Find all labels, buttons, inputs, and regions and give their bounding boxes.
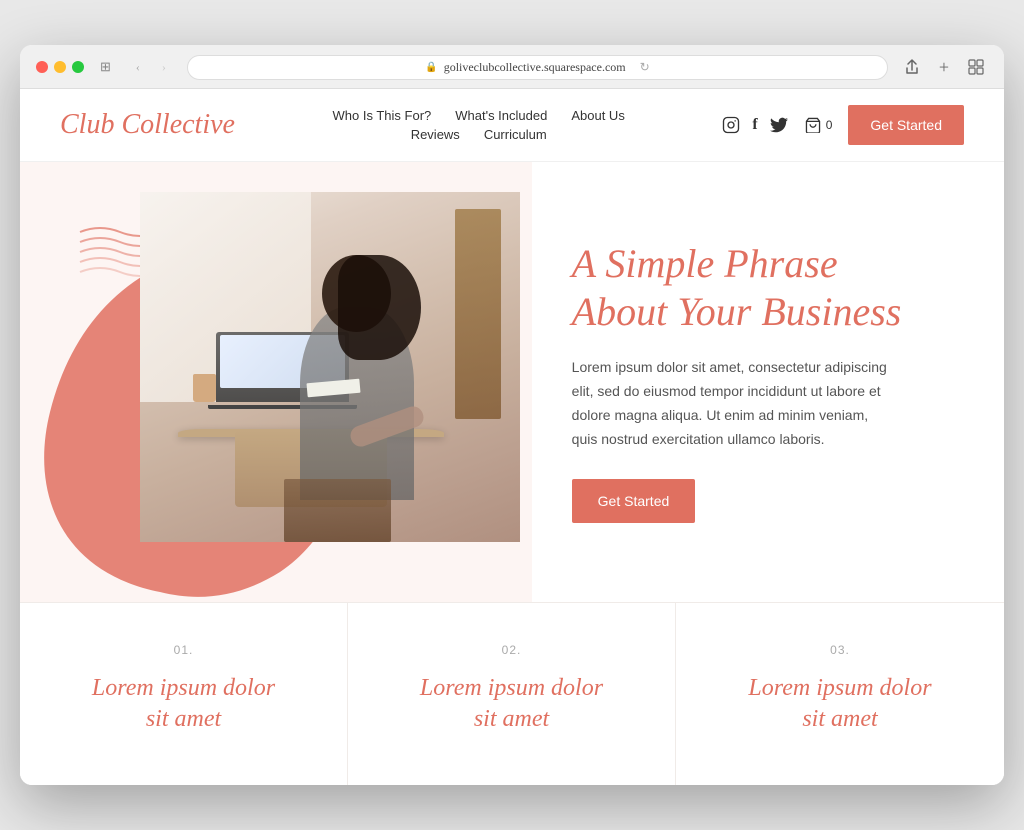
feature-title-3-line1: Lorem ipsum dolor — [748, 675, 931, 701]
nav-row-2: Reviews Curriculum — [411, 127, 547, 142]
back-button[interactable]: ‹ — [127, 56, 149, 78]
hero-cta-button[interactable]: Get Started — [572, 479, 696, 523]
feature-number-1: 01. — [60, 643, 307, 657]
hero-heading-line2: About Your Business — [572, 289, 902, 334]
features-section: 01. Lorem ipsum dolor sit amet 02. Lorem… — [20, 602, 1004, 785]
url-text: goliveclubcollective.squarespace.com — [444, 60, 626, 75]
browser-window: ⊞ ‹ › 🔒 goliveclubcollective.squarespace… — [20, 45, 1004, 785]
nav-link-who[interactable]: Who Is This For? — [333, 108, 432, 123]
site-nav: Who Is This For? What's Included About U… — [333, 108, 625, 142]
cart-count: 0 — [826, 118, 833, 132]
fullscreen-button[interactable] — [72, 61, 84, 73]
traffic-lights — [36, 61, 84, 73]
feature-title-1-line1: Lorem ipsum dolor — [92, 675, 275, 701]
hero-image-wrapper — [140, 192, 520, 542]
facebook-icon[interactable]: f — [752, 116, 757, 134]
hero-heading: A Simple Phrase About Your Business — [572, 240, 954, 336]
forward-button[interactable]: › — [153, 56, 175, 78]
feature-number-3: 03. — [716, 643, 964, 657]
feature-title-2: Lorem ipsum dolor sit amet — [388, 673, 635, 735]
nav-link-about[interactable]: About Us — [571, 108, 624, 123]
nav-link-reviews[interactable]: Reviews — [411, 127, 460, 142]
hero-section: A Simple Phrase About Your Business Lore… — [20, 162, 1004, 602]
browser-actions: + — [900, 55, 988, 79]
nav-link-whats-included[interactable]: What's Included — [455, 108, 547, 123]
header-cta-button[interactable]: Get Started — [848, 105, 964, 145]
nav-link-curriculum[interactable]: Curriculum — [484, 127, 547, 142]
hero-left — [20, 162, 532, 602]
twitter-icon[interactable] — [770, 117, 788, 133]
feature-title-3: Lorem ipsum dolor sit amet — [716, 673, 964, 735]
feature-title-1: Lorem ipsum dolor sit amet — [60, 673, 307, 735]
site-logo[interactable]: Club Collective — [60, 109, 235, 141]
minimize-button[interactable] — [54, 61, 66, 73]
feature-title-2-line2: sit amet — [474, 706, 549, 732]
feature-number-2: 02. — [388, 643, 635, 657]
hero-heading-line1: A Simple Phrase — [572, 241, 838, 286]
lock-icon: 🔒 — [425, 62, 437, 73]
site-header: Club Collective Who Is This For? What's … — [20, 89, 1004, 162]
feature-title-1-line2: sit amet — [146, 706, 221, 732]
feature-item-2: 02. Lorem ipsum dolor sit amet — [348, 603, 676, 785]
feature-item-1: 01. Lorem ipsum dolor sit amet — [20, 603, 348, 785]
hero-body-text: Lorem ipsum dolor sit amet, consectetur … — [572, 356, 892, 451]
window-controls: ⊞ — [96, 57, 115, 77]
share-icon[interactable] — [900, 55, 924, 79]
hero-right: A Simple Phrase About Your Business Lore… — [532, 162, 1004, 602]
instagram-icon[interactable] — [722, 116, 740, 134]
feature-title-2-line1: Lorem ipsum dolor — [420, 675, 603, 701]
sidebar-toggle-icon[interactable]: ⊞ — [96, 57, 115, 77]
browser-chrome: ⊞ ‹ › 🔒 goliveclubcollective.squarespace… — [20, 45, 1004, 89]
website-content: Club Collective Who Is This For? What's … — [20, 89, 1004, 785]
feature-title-3-line2: sit amet — [802, 706, 877, 732]
new-tab-icon[interactable]: + — [932, 55, 956, 79]
refresh-icon[interactable]: ↻ — [640, 60, 650, 75]
close-button[interactable] — [36, 61, 48, 73]
cart-icon[interactable]: 0 — [804, 117, 833, 133]
nav-row-1: Who Is This For? What's Included About U… — [333, 108, 625, 123]
url-bar[interactable]: 🔒 goliveclubcollective.squarespace.com ↻ — [187, 55, 888, 80]
tabs-icon[interactable] — [964, 55, 988, 79]
header-right: f 0 Get Started — [722, 105, 964, 145]
feature-item-3: 03. Lorem ipsum dolor sit amet — [676, 603, 1004, 785]
nav-buttons: ‹ › — [127, 56, 175, 78]
social-icons: f — [722, 116, 787, 134]
